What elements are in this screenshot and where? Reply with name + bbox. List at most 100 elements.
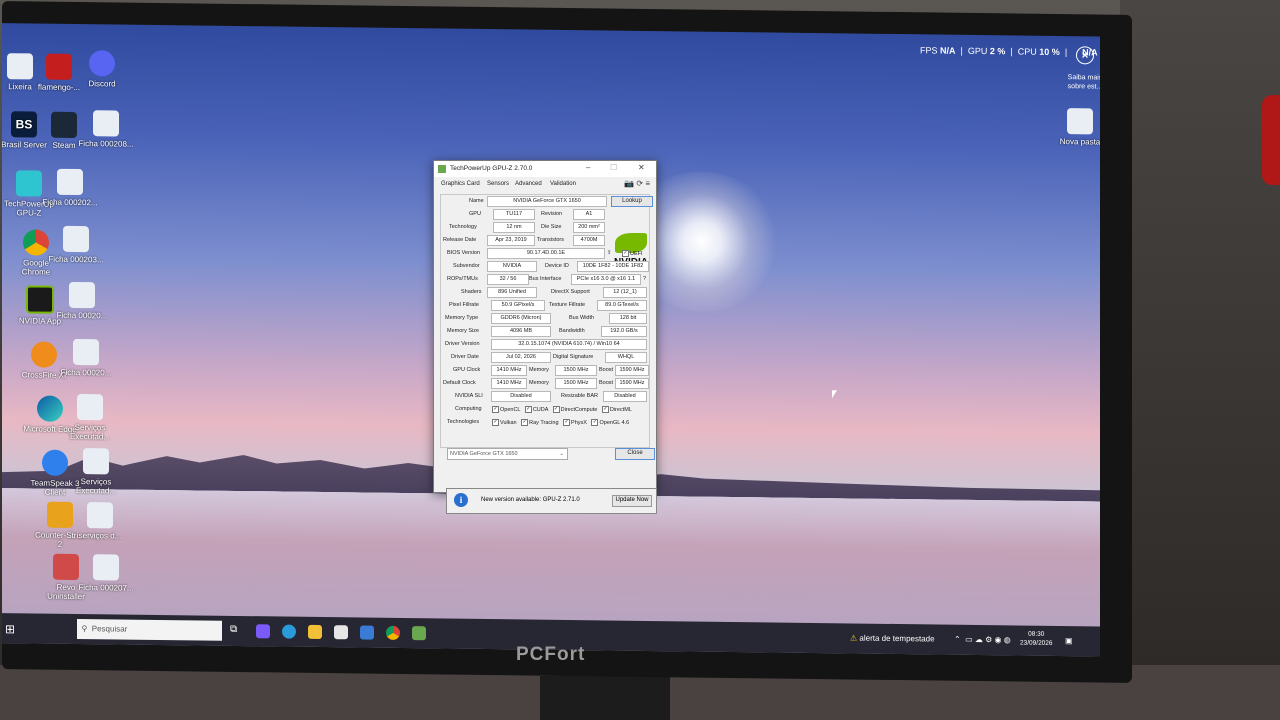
teamspeak-icon (42, 449, 68, 476)
room-right (1120, 0, 1280, 720)
monitor-stand (540, 676, 670, 720)
notification-icon[interactable]: ▣ (1065, 636, 1073, 645)
document-icon (63, 225, 89, 253)
nvidia-icon (26, 285, 54, 314)
sli-row: NVIDIA SLI Disabled Resizable BAR Disabl… (441, 390, 649, 402)
release-row: Release Date Apr 23, 2019 Transistors 47… (441, 234, 649, 246)
memory-type-row: Memory Type GDDR6 (Micron) Bus Width 128… (441, 312, 649, 324)
tab-validation[interactable]: Validation (550, 181, 576, 187)
driver-date-row: Driver Date Jul 02, 2026 Digital Signatu… (441, 351, 649, 363)
desktop-icon-nova-pasta[interactable]: Nova pasta (1052, 108, 1100, 147)
document-icon (73, 338, 99, 366)
store-icon[interactable] (334, 625, 348, 640)
file-explorer-icon[interactable] (308, 624, 322, 640)
gpuz-taskbar-icon[interactable] (412, 626, 426, 641)
memory-size-row: Memory Size 4096 MB Bandwidth 192.0 GB/s (441, 325, 649, 337)
mail-icon[interactable] (360, 625, 374, 640)
close-button[interactable]: Close (615, 448, 655, 460)
edge-taskbar-icon[interactable] (282, 624, 296, 639)
name-row: Name NVIDIA GeForce GTX 1650 Lookup (441, 195, 653, 207)
document-icon (93, 110, 119, 137)
document-icon (57, 168, 83, 196)
gpu-name-value: NVIDIA GeForce GTX 1650 (487, 196, 607, 207)
xbox-icon[interactable]: ✕ (1076, 46, 1094, 65)
gpuz-app-icon (438, 165, 446, 173)
toolbar-icons[interactable]: 📷 ⟳ ≡ (624, 179, 650, 188)
subvendor-row: Subvendor NVIDIA Device ID 10DE 1F82 - 1… (441, 260, 649, 272)
lookup-button[interactable]: Lookup (611, 196, 653, 207)
gpuz-window: TechPowerUp GPU-Z 2.70.0 – ☐ ✕ Graphics … (433, 160, 657, 493)
technologies-row: Technologies ✓ Vulkan ✓ Ray Tracing ✓ PhysX… (447, 419, 630, 426)
windows-start-icon[interactable]: ⊞ (5, 622, 15, 636)
tab-sensors[interactable]: Sensors (487, 181, 509, 187)
graphics-card-panel: Name NVIDIA GeForce GTX 1650 Lookup NVID… (440, 194, 653, 448)
technology-checks: ✓ Vulkan ✓ Ray Tracing ✓ PhysX ✓ OpenGL 4.6 (492, 419, 630, 426)
taskbar-clock[interactable]: 08:30 23/09/2026 (1020, 630, 1053, 648)
help-icon[interactable]: ? (643, 276, 646, 282)
desktop-icon-servicos-1[interactable]: Serviços Executad... (62, 394, 118, 442)
weather-widget[interactable]: ⚠ alerta de tempestade (850, 633, 935, 643)
share-icon[interactable]: ⇪ (607, 250, 612, 256)
document-icon (87, 502, 113, 529)
desktop-icon-ficha-2[interactable]: Ficha 000202... (42, 168, 98, 208)
tab-graphics-card[interactable]: Graphics Card (441, 181, 480, 187)
warning-icon: ⚠ (850, 633, 858, 643)
desktop-icon-servicos-2[interactable]: Serviços Executad... (68, 448, 124, 496)
performance-overlay: FPS N/A | GPU 2 % | CPU 10 % | N/A (920, 45, 1098, 58)
gpu-clock-row: GPU Clock 1410 MHz Memory 1500 MHz Boost… (441, 364, 649, 376)
copilot-icon[interactable] (256, 624, 270, 639)
tray-icons[interactable]: ⌃ ▭ ☁ ⚙ ◉ ◍ (954, 635, 1011, 645)
desktop-icon-ficha-5[interactable]: Ficha 00020... (58, 338, 114, 378)
technology-row: Technology 12 nm Die Size 200 mm² (441, 221, 649, 233)
info-icon: i (454, 493, 468, 507)
gpu-select-dropdown[interactable]: NVIDIA GeForce GTX 1650 ⌄ (447, 448, 568, 460)
saiba-mais-link[interactable]: Saiba mais sobre est... (1062, 73, 1100, 92)
chevron-down-icon: ⌄ (559, 451, 564, 457)
gpu-row: GPU TU117 Revision A1 (441, 208, 649, 220)
document-icon (77, 394, 103, 421)
chrome-taskbar-icon[interactable] (386, 625, 400, 640)
tab-advanced[interactable]: Advanced (515, 181, 542, 187)
flamengo-icon (46, 53, 72, 80)
crossfire-icon (31, 341, 57, 368)
task-view-icon[interactable]: ⧉ (230, 624, 244, 638)
uefi-checkbox: ✓ UEFI (622, 250, 643, 257)
computing-row: Computing ✓ OpenCL ✓ CUDA ✓ DirectCompute ✓… (455, 406, 632, 413)
steam-icon (51, 111, 77, 139)
edge-icon (37, 395, 63, 422)
rops-row: ROPs/TMUs 32 / 56 Bus Interface PCIe x16… (441, 273, 649, 285)
red-object (1262, 95, 1280, 185)
desktop-icon-discord[interactable]: Discord (74, 50, 130, 89)
desktop-icon-servicos-3[interactable]: serviços d... (72, 502, 128, 541)
maximize-icon: ☐ (610, 163, 618, 172)
default-clock-row: Default Clock 1410 MHz Memory 1500 MHz B… (441, 377, 649, 389)
minimize-icon[interactable]: – (586, 163, 590, 172)
counter-strike-icon (47, 501, 73, 528)
folder-icon (1067, 108, 1093, 135)
revo-icon (53, 553, 79, 581)
desktop-icon-ficha-3[interactable]: Ficha 000203... (48, 225, 104, 265)
monitor-brand: PCFort (516, 644, 586, 665)
bios-row: BIOS Version 90.17.4D.00.1E ⇪ ✓ UEFI (441, 247, 649, 259)
desktop-icon-ficha-1[interactable]: Ficha 000208... (78, 110, 134, 149)
discord-icon (89, 50, 115, 77)
desktop-icon-ficha-4[interactable]: Ficha 00020... (54, 281, 110, 321)
desktop-icon-ficha-6[interactable]: Ficha 000207... (78, 554, 134, 593)
search-icon: ⚲ (81, 624, 88, 634)
update-now-button[interactable]: Update Now (612, 495, 652, 507)
computing-checks: ✓ OpenCL ✓ CUDA ✓ DirectCompute ✓ DirectML (492, 406, 632, 413)
gpuz-tabs: Graphics Card Sensors Advanced Validatio… (434, 177, 656, 191)
recycle-bin-icon (7, 53, 33, 80)
document-icon (93, 554, 119, 581)
mouse-cursor (832, 390, 837, 399)
shaders-row: Shaders 896 Unified DirectX Support 12 (… (441, 286, 649, 298)
chrome-icon (23, 229, 49, 256)
driver-version-row: Driver Version 32.0.15.1074 (NVIDIA 610.… (441, 338, 649, 350)
close-icon[interactable]: ✕ (638, 163, 645, 172)
document-icon (69, 281, 95, 309)
document-icon (83, 448, 109, 475)
taskbar-search-box[interactable]: ⚲ Pesquisar (77, 619, 222, 641)
window-title: TechPowerUp GPU-Z 2.70.0 (450, 165, 533, 172)
gpuz-icon (16, 170, 42, 197)
brasil-server-icon: BS (11, 111, 37, 138)
